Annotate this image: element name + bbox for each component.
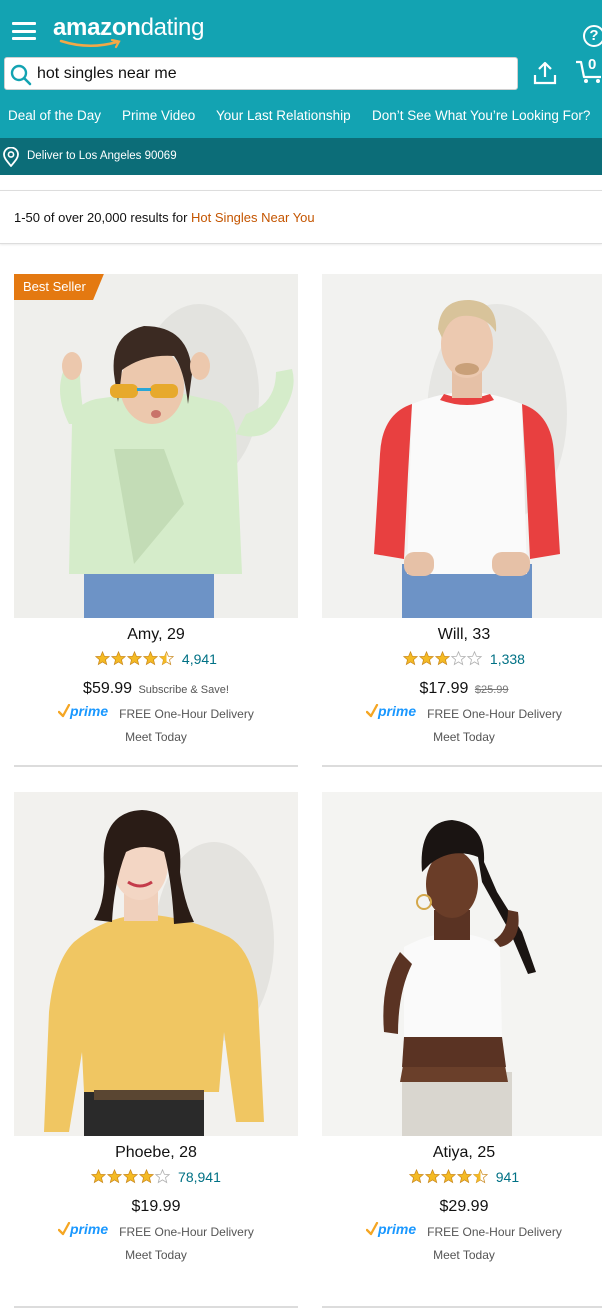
- product-photo[interactable]: [14, 792, 298, 1136]
- rating-row[interactable]: 4,941: [14, 651, 298, 667]
- prime-label: prime: [69, 1222, 108, 1237]
- price-row: $19.99: [14, 1198, 298, 1216]
- list-price: $25.99: [474, 684, 509, 696]
- nav-item-deal-of-the-day[interactable]: Deal of the Day: [8, 108, 101, 123]
- product-photo[interactable]: [322, 274, 602, 618]
- price: $29.99: [439, 1198, 489, 1215]
- price-row: $17.99 $25.99: [322, 680, 602, 698]
- smile-arrow-icon: [59, 39, 121, 49]
- deliver-bar[interactable]: Deliver to Los Angeles 90069: [0, 138, 602, 175]
- subscribe-save-note: Subscribe & Save!: [138, 684, 229, 696]
- prime-row: prime FREE One-Hour Delivery: [322, 704, 602, 723]
- results-count-text: 1-50 of over 20,000 results for Hot Sing…: [14, 210, 315, 225]
- delivery-text: FREE One-Hour Delivery: [119, 1225, 254, 1239]
- review-count[interactable]: 78,941: [178, 1169, 221, 1185]
- results-query: Hot Singles Near You: [191, 210, 315, 225]
- brand-logo-light: dating: [140, 14, 205, 41]
- price-row: $59.99 Subscribe & Save!: [14, 680, 298, 698]
- share-icon[interactable]: [533, 60, 557, 86]
- person-photo-green-top: [14, 274, 298, 618]
- product-card[interactable]: Will, 33 1,338 $17.99 $25.99 prime FREE …: [322, 274, 602, 768]
- meet-today: Meet Today: [433, 730, 495, 744]
- prime-label: prime: [377, 704, 416, 719]
- card-divider: [322, 765, 602, 767]
- prime-check-icon: prime: [366, 704, 416, 719]
- search-icon[interactable]: [10, 64, 32, 86]
- prime-label: prime: [69, 704, 108, 719]
- card-divider: [14, 765, 298, 767]
- product-card[interactable]: Atiya, 25 941 $29.99 prime FREE One-Hour…: [322, 792, 602, 1286]
- results-summary: 1-50 of over 20,000 results for Hot Sing…: [0, 190, 602, 244]
- person-photo-white-crop-top: [322, 792, 602, 1136]
- prime-row: prime FREE One-Hour Delivery: [14, 704, 298, 723]
- price: $19.99: [131, 1198, 181, 1215]
- delivery-text: FREE One-Hour Delivery: [427, 1225, 562, 1239]
- meet-today: Meet Today: [125, 730, 187, 744]
- rating-row[interactable]: 78,941: [14, 1169, 298, 1185]
- product-name[interactable]: Will, 33: [322, 626, 602, 644]
- person-photo-raglan-shirt: [322, 274, 602, 618]
- product-name[interactable]: Amy, 29: [14, 626, 298, 644]
- rating-stars-icon: [95, 651, 174, 665]
- person-photo-yellow-sweater: [14, 792, 298, 1136]
- rating-stars-icon: [91, 1169, 170, 1183]
- rating-stars-icon: [403, 651, 482, 665]
- meet-today: Meet Today: [433, 1248, 495, 1262]
- product-card[interactable]: Best Seller Amy, 29 4,941 $59.99 Subscri…: [14, 274, 298, 768]
- delivery-text: FREE One-Hour Delivery: [119, 707, 254, 721]
- product-name[interactable]: Atiya, 25: [322, 1144, 602, 1162]
- nav-item-prime-video[interactable]: Prime Video: [122, 108, 195, 123]
- prime-row: prime FREE One-Hour Delivery: [322, 1222, 602, 1241]
- top-bar: amazondating ? 0 Deal of the Day Prime V…: [0, 0, 602, 138]
- price: $59.99: [83, 680, 132, 697]
- review-count[interactable]: 1,338: [490, 651, 525, 667]
- brand-logo[interactable]: amazondating: [53, 14, 205, 49]
- rating-row[interactable]: 1,338: [322, 651, 602, 667]
- rating-stars-icon: [409, 1169, 488, 1183]
- brand-logo-bold: amazon: [53, 14, 141, 41]
- rating-row[interactable]: 941: [322, 1169, 602, 1185]
- review-count[interactable]: 941: [496, 1169, 519, 1185]
- prime-row: prime FREE One-Hour Delivery: [14, 1222, 298, 1241]
- prime-check-icon: prime: [58, 704, 108, 719]
- product-photo[interactable]: Best Seller: [14, 274, 298, 618]
- help-icon[interactable]: ?: [583, 25, 602, 47]
- card-divider: [14, 1306, 298, 1308]
- price: $17.99: [419, 680, 469, 697]
- delivery-text: FREE One-Hour Delivery: [427, 707, 562, 721]
- product-card[interactable]: Phoebe, 28 78,941 $19.99 prime FREE One-…: [14, 792, 298, 1286]
- meet-today: Meet Today: [125, 1248, 187, 1262]
- card-divider: [322, 1306, 602, 1308]
- prime-check-icon: prime: [58, 1222, 108, 1237]
- product-name[interactable]: Phoebe, 28: [14, 1144, 298, 1162]
- nav-strip: Deal of the Day Prime Video Your Last Re…: [0, 102, 602, 132]
- product-photo[interactable]: [322, 792, 602, 1136]
- menu-icon[interactable]: [12, 22, 36, 40]
- deliver-text: Deliver to Los Angeles 90069: [27, 150, 177, 162]
- search-input[interactable]: [37, 61, 507, 87]
- nav-item-looking-for[interactable]: Don’t See What You’re Looking For?: [372, 108, 590, 123]
- cart-count: 0: [588, 56, 597, 73]
- prime-label: prime: [377, 1222, 416, 1237]
- search-bar[interactable]: [4, 57, 518, 90]
- prime-check-icon: prime: [366, 1222, 416, 1237]
- location-pin-icon: [3, 147, 19, 167]
- results-prefix: 1-50 of over 20,000 results for: [14, 210, 192, 225]
- review-count[interactable]: 4,941: [182, 651, 217, 667]
- best-seller-badge: Best Seller: [14, 274, 104, 300]
- nav-item-last-relationship[interactable]: Your Last Relationship: [216, 108, 351, 123]
- price-row: $29.99: [322, 1198, 602, 1216]
